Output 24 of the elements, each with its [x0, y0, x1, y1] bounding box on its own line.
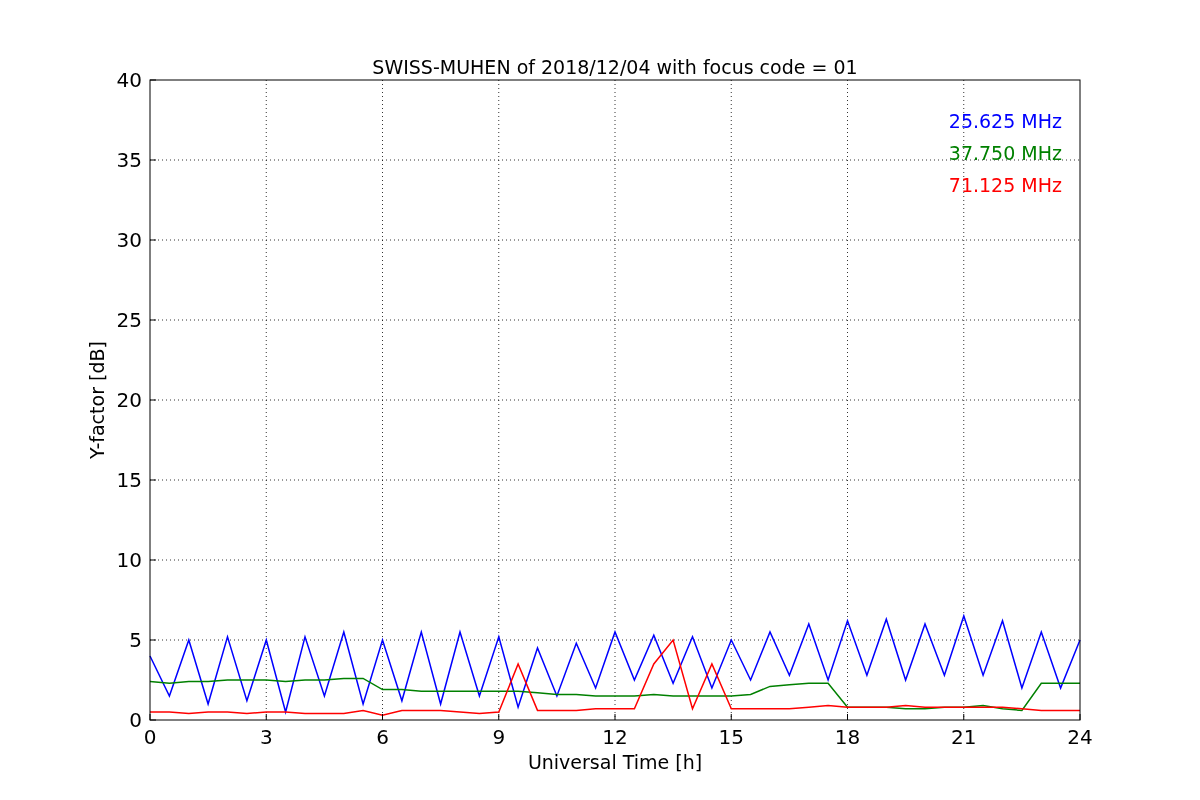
x-tick-label: 3	[259, 725, 273, 749]
x-tick-label: 0	[143, 725, 157, 749]
legend-label: 71.125 MHz	[948, 174, 1062, 196]
legend-label: 37.750 MHz	[948, 142, 1062, 164]
y-tick-label: 40	[116, 68, 142, 92]
y-tick-label: 5	[129, 628, 142, 652]
y-tick-label: 25	[116, 308, 142, 332]
y-tick-label: 35	[116, 148, 142, 172]
x-axis-label: Universal Time [h]	[527, 751, 703, 773]
y-tick-label: 0	[129, 708, 142, 732]
y-tick-label: 15	[116, 468, 142, 492]
x-tick-label: 12	[602, 725, 628, 749]
y-tick-label: 30	[116, 228, 142, 252]
x-tick-label: 9	[492, 725, 506, 749]
x-tick-label: 21	[951, 725, 977, 749]
legend-label: 25.625 MHz	[948, 110, 1062, 132]
x-tick-label: 24	[1067, 725, 1093, 749]
chart-title: SWISS-MUHEN of 2018/12/04 with focus code = 01	[372, 56, 858, 78]
x-tick-label: 18	[834, 725, 861, 749]
x-tick-label: 6	[376, 725, 389, 749]
x-tick-label: 15	[718, 725, 744, 749]
y-tick-label: 20	[116, 388, 142, 412]
y-tick-label: 10	[116, 548, 142, 572]
y-axis-label: Y-factor [dB]	[86, 341, 108, 459]
